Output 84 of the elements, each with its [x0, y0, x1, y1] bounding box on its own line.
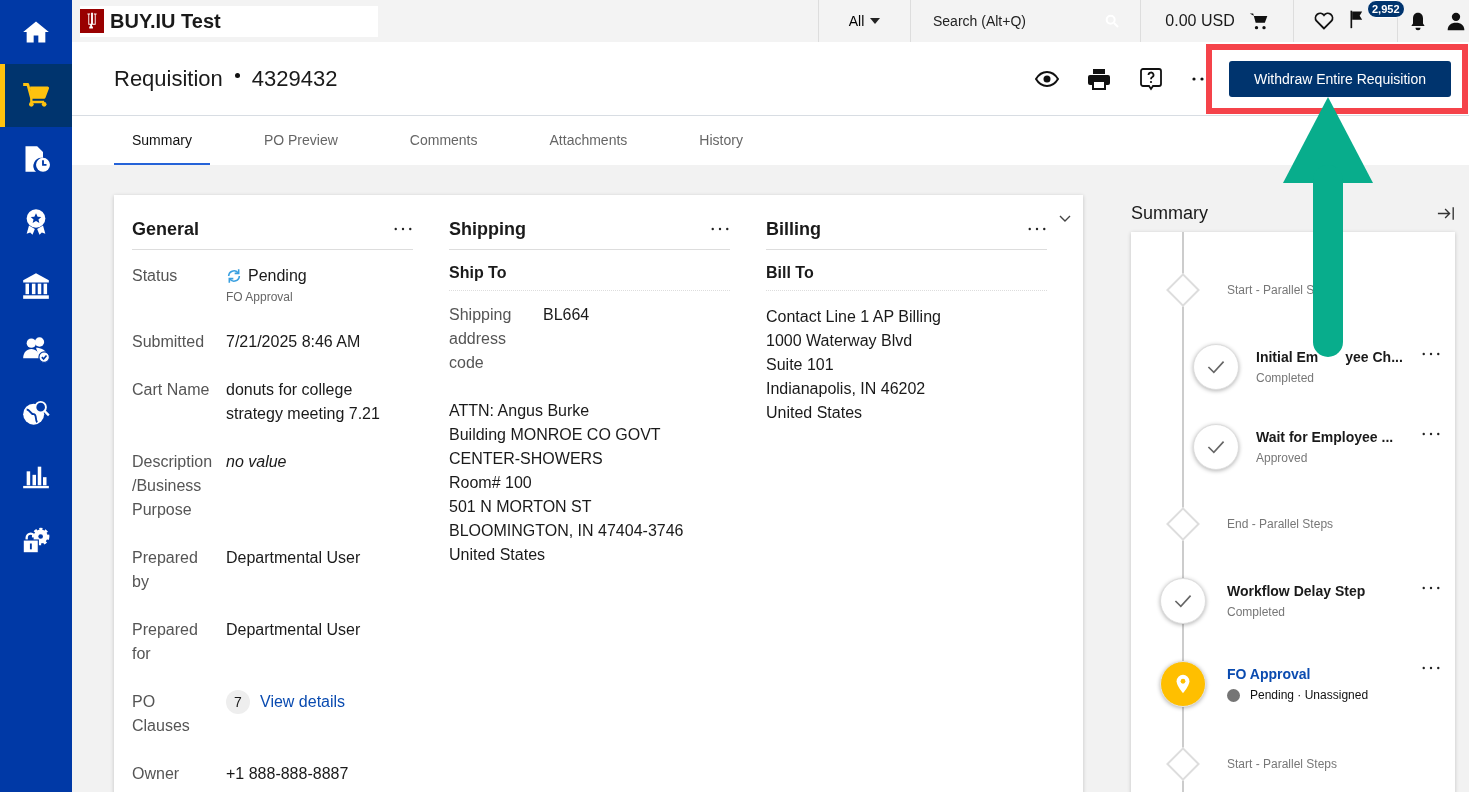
cart-total: 0.00 USD	[1165, 12, 1235, 30]
section-title: Shipping	[449, 218, 526, 240]
users-check-icon	[22, 335, 50, 364]
address-line: 501 N MORTON ST	[449, 497, 593, 517]
step-name[interactable]: Initial Em	[1256, 349, 1319, 365]
address-line: 1000 Waterway Blvd	[766, 331, 914, 351]
field-label: Owner	[132, 764, 181, 784]
step-name[interactable]: Workflow Delay Step	[1227, 583, 1366, 599]
more-icon[interactable]	[393, 226, 413, 232]
field-value: BL664	[543, 305, 591, 325]
bank-icon	[22, 271, 50, 300]
step-name: Start - Parallel S	[1227, 283, 1315, 297]
field-value: 7/21/2025 8:46 AM	[226, 333, 361, 350]
address-line: ATTN: Angus Burke	[449, 401, 591, 421]
step-name[interactable]: FO Approval	[1227, 666, 1311, 682]
more-icon[interactable]	[1421, 351, 1441, 357]
search-field[interactable]: Search (Alt+Q)	[931, 12, 1104, 30]
count-badge: 7	[226, 690, 250, 714]
panel-title: Summary	[1131, 203, 1208, 224]
step-name[interactable]: Wait for Employee ...	[1256, 429, 1394, 445]
field-label: Cart Name	[132, 380, 211, 400]
step-status: Completed	[1227, 605, 1286, 619]
step-name: Start - Parallel Steps	[1227, 757, 1338, 771]
step-status: Approved	[1256, 451, 1308, 465]
field-value: no value	[226, 453, 287, 470]
tab[interactable]: PO Preview	[245, 116, 356, 165]
tab[interactable]: Summary	[114, 116, 210, 165]
address-line: United States	[449, 545, 547, 565]
sidebar-item[interactable]	[0, 63, 72, 127]
user-icon[interactable]	[1446, 11, 1466, 31]
status-dot-icon	[1227, 688, 1240, 702]
subsection-title: Ship To	[449, 264, 730, 291]
field-label: Status	[132, 266, 179, 286]
field-value: Departmental User	[226, 549, 361, 566]
help-icon[interactable]	[1139, 66, 1163, 91]
page-title: Requisition	[114, 65, 223, 92]
field-label: Prepared for	[132, 620, 199, 664]
field-value: +1 888-888-8887	[226, 765, 349, 782]
collapse-icon[interactable]	[1437, 206, 1455, 221]
chevron-down-icon[interactable]	[1059, 215, 1071, 223]
section-title: General	[132, 218, 200, 240]
field-label: PO Clauses	[132, 692, 191, 736]
more-icon[interactable]	[1421, 585, 1441, 591]
address-line: Room# 100	[449, 473, 533, 493]
lock-gear-icon	[22, 525, 50, 554]
more-icon[interactable]	[1421, 431, 1441, 437]
address-line: BLOOMINGTON, IN 47404-3746	[449, 521, 685, 541]
tab[interactable]: Attachments	[531, 116, 646, 165]
printer-icon[interactable]	[1087, 66, 1111, 91]
caret-icon	[870, 18, 881, 24]
address-line: United States	[766, 403, 864, 423]
more-icon[interactable]	[1421, 665, 1441, 671]
field-value: Departmental User	[226, 621, 361, 638]
address-line: Indianapolis, IN 46202	[766, 379, 927, 399]
address-line: Suite 101	[766, 355, 835, 375]
notification-badge: 2,952	[1367, 0, 1405, 18]
step-status: Completed	[1256, 371, 1315, 385]
address-line: Contact Line 1 AP Billing	[766, 307, 942, 327]
status-step: FO Approval	[226, 288, 413, 306]
tab[interactable]: Comments	[391, 116, 496, 165]
field-value: donuts for college strategy meeting 7.21	[226, 381, 380, 422]
more-icon[interactable]	[1027, 226, 1047, 232]
field-label: Prepared by	[132, 548, 199, 592]
logo-text: BUY.IU Test	[110, 9, 221, 33]
step-name: End - Parallel Steps	[1227, 517, 1334, 531]
step-name[interactable]: yee Ch...	[1345, 349, 1403, 365]
sync-icon	[226, 268, 242, 284]
cart-icon[interactable]	[1248, 11, 1269, 31]
address-line: Building MONROE CO GOVT CENTER-SHOWERS	[449, 425, 662, 469]
field-label: Shipping address code	[449, 305, 513, 373]
cart-icon	[22, 81, 50, 110]
step-status: Pending · Unassigned	[1250, 688, 1369, 702]
status-value: Pending	[248, 266, 307, 286]
heart-icon[interactable]	[1314, 11, 1334, 31]
field-label: Description /Business Purpose	[132, 452, 214, 520]
withdraw-button[interactable]: Withdraw Entire Requisition	[1229, 60, 1451, 97]
globe-search-icon	[22, 398, 50, 427]
section-title: Billing	[766, 218, 821, 240]
field-label: Submitted	[132, 332, 206, 352]
requisition-number: 4329432	[251, 65, 338, 92]
tab[interactable]: History	[681, 116, 761, 165]
view-details-link[interactable]: View details	[260, 690, 346, 714]
subsection-title: Bill To	[766, 264, 1047, 291]
more-icon[interactable]	[710, 226, 730, 232]
